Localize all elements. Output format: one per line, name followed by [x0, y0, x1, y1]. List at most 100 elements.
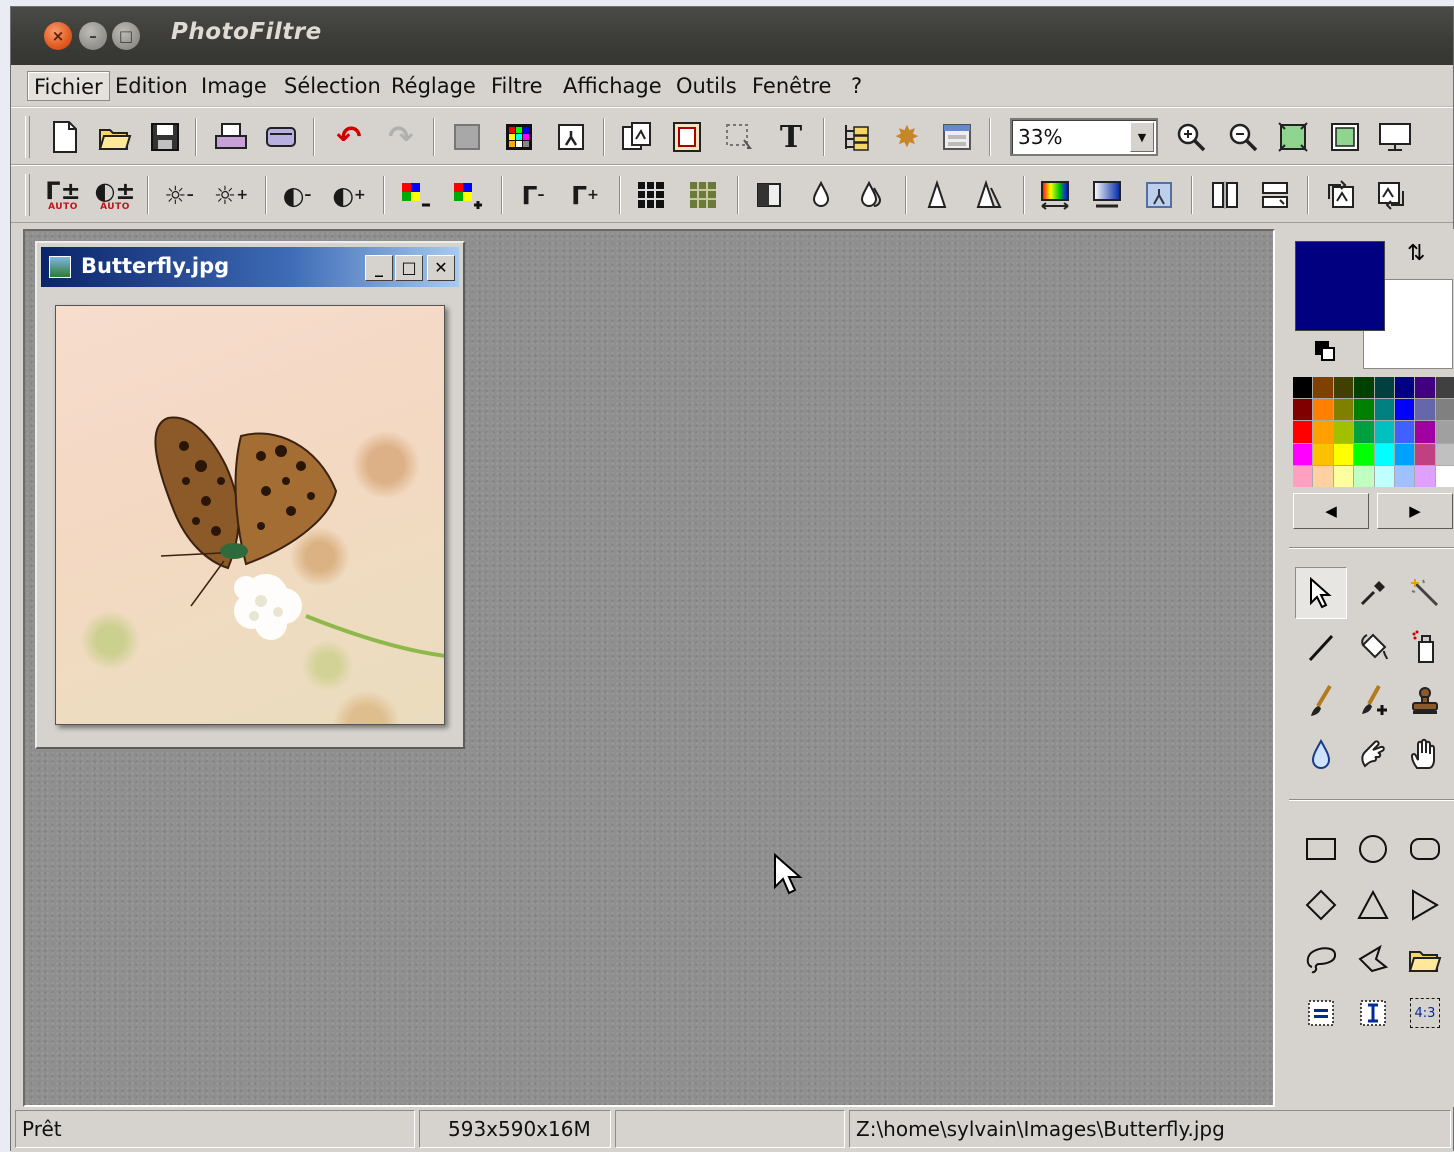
foreground-color-swatch[interactable] — [1295, 241, 1385, 331]
brush-icon[interactable] — [1295, 675, 1347, 727]
palette-swatch[interactable] — [1435, 421, 1454, 443]
document-title-bar[interactable]: Butterfly.jpg _ □ ✕ — [41, 247, 459, 287]
menu-fenetre[interactable]: Fenêtre — [746, 71, 837, 101]
line-tool-icon[interactable] — [1295, 621, 1347, 673]
palette-swatch[interactable] — [1313, 465, 1333, 487]
load-selection-folder-icon[interactable] — [1399, 933, 1451, 985]
palette-swatch[interactable] — [1374, 399, 1394, 421]
palette-swatch[interactable] — [1333, 377, 1354, 399]
fade-gradient-icon[interactable] — [1087, 175, 1127, 215]
menu-selection[interactable]: Sélection — [278, 71, 387, 101]
sharpen-icon[interactable] — [917, 175, 957, 215]
saturation-plus-icon[interactable] — [447, 175, 487, 215]
preferences-window-icon[interactable] — [937, 117, 977, 157]
polygon-lasso-icon[interactable] — [1347, 933, 1399, 985]
palette-swatch[interactable] — [1374, 443, 1394, 465]
menu-fichier[interactable]: Fichier — [27, 71, 110, 101]
fit-window-icon[interactable] — [1325, 117, 1365, 157]
palette-swatch[interactable] — [1394, 377, 1415, 399]
contrast-minus-icon[interactable]: ◐ – — [277, 175, 317, 215]
spray-can-icon[interactable] — [1399, 621, 1451, 673]
clone-stamp-icon[interactable] — [1399, 675, 1451, 727]
menu-filtre[interactable]: Filtre — [485, 71, 549, 101]
window-close-button[interactable]: × — [44, 22, 72, 50]
palette-swatch[interactable] — [1333, 421, 1354, 443]
gradient-icon[interactable] — [1035, 175, 1075, 215]
palette-swatch[interactable] — [1415, 377, 1435, 399]
palette-swatch[interactable] — [1374, 465, 1394, 487]
reset-colors-icon[interactable] — [1315, 341, 1337, 363]
save-icon[interactable] — [145, 117, 185, 157]
palette-swatch[interactable] — [1313, 421, 1333, 443]
window-maximize-button[interactable]: □ — [112, 22, 140, 50]
palette-swatch[interactable] — [1354, 421, 1374, 443]
palette-swatch[interactable] — [1415, 465, 1435, 487]
menu-reglage[interactable]: Réglage — [385, 71, 482, 101]
palette-swatch[interactable] — [1333, 399, 1354, 421]
ratio-tool[interactable]: 4:3 — [1399, 987, 1451, 1039]
new-file-icon[interactable] — [45, 117, 85, 157]
doc-close-button[interactable]: ✕ — [427, 255, 455, 281]
mosaic-filter-icon[interactable] — [683, 175, 723, 215]
image-canvas[interactable] — [55, 305, 445, 725]
color-palette-icon[interactable] — [499, 117, 539, 157]
rotate-left-icon[interactable] — [1321, 175, 1361, 215]
toolbar-grip[interactable] — [25, 174, 30, 216]
text-cursor-icon[interactable] — [1347, 987, 1399, 1039]
explorer-icon[interactable] — [837, 117, 877, 157]
saturation-minus-icon[interactable] — [395, 175, 435, 215]
rectangle-shape-icon[interactable] — [1295, 823, 1347, 875]
color-palette[interactable] — [1293, 377, 1454, 487]
palette-swatch[interactable] — [1354, 377, 1374, 399]
palette-swatch[interactable] — [1394, 465, 1415, 487]
diamond-shape-icon[interactable] — [1295, 879, 1347, 931]
chevron-down-icon[interactable]: ▼ — [1130, 122, 1154, 152]
canvas-size-icon[interactable] — [667, 117, 707, 157]
plugins-gear-icon[interactable]: ✸ — [887, 117, 927, 157]
flip-horizontal-icon[interactable] — [1205, 175, 1245, 215]
palette-swatch[interactable] — [1394, 399, 1415, 421]
redo-icon[interactable]: ↷ — [381, 117, 421, 157]
select-arrow-tool[interactable] — [1295, 567, 1347, 619]
palette-swatch[interactable] — [1435, 465, 1454, 487]
automation-icon[interactable] — [551, 117, 591, 157]
workspace[interactable]: Butterfly.jpg _ □ ✕ — [23, 229, 1275, 1107]
palette-swatch[interactable] — [1374, 377, 1394, 399]
emboss-icon[interactable] — [749, 175, 789, 215]
text-icon[interactable]: T — [771, 117, 811, 157]
smudge-finger-icon[interactable] — [1347, 729, 1399, 781]
palette-swatch[interactable] — [1394, 443, 1415, 465]
print-icon[interactable] — [211, 117, 251, 157]
palette-swatch[interactable] — [1415, 421, 1435, 443]
window-minimize-button[interactable]: – — [79, 22, 107, 50]
rounded-rect-shape-icon[interactable] — [1399, 823, 1451, 875]
doc-minimize-button[interactable]: _ — [365, 255, 393, 281]
scan-icon[interactable] — [261, 117, 301, 157]
palette-swatch[interactable] — [1415, 399, 1435, 421]
triangle-shape-icon[interactable] — [1347, 879, 1399, 931]
fill-bucket-icon[interactable] — [1347, 621, 1399, 673]
gamma-minus-icon[interactable]: Γ – — [513, 175, 553, 215]
magic-wand-icon[interactable] — [1399, 567, 1451, 619]
zoom-in-icon[interactable] — [1171, 117, 1211, 157]
palette-swatch[interactable] — [1293, 443, 1313, 465]
blur-more-icon[interactable] — [851, 175, 891, 215]
selection-crop-icon[interactable] — [719, 117, 759, 157]
gamma-plus-icon[interactable]: Γ + — [565, 175, 605, 215]
transparency-icon[interactable] — [447, 117, 487, 157]
palette-swatch[interactable] — [1313, 443, 1333, 465]
palette-swatch[interactable] — [1415, 443, 1435, 465]
undo-icon[interactable]: ↶ — [329, 117, 369, 157]
menu-affichage[interactable]: Affichage — [557, 71, 668, 101]
palette-swatch[interactable] — [1354, 399, 1374, 421]
palette-swatch[interactable] — [1333, 465, 1354, 487]
document-window[interactable]: Butterfly.jpg _ □ ✕ — [35, 241, 465, 749]
palette-swatch[interactable] — [1313, 399, 1333, 421]
toolbar-grip[interactable] — [25, 116, 30, 158]
doc-maximize-button[interactable]: □ — [395, 255, 423, 281]
palette-swatch[interactable] — [1435, 443, 1454, 465]
palette-swatch[interactable] — [1313, 377, 1333, 399]
auto-contrast-icon[interactable]: ◐± AUTO — [94, 175, 135, 215]
blur-icon[interactable] — [801, 175, 841, 215]
contrast-plus-icon[interactable]: ◐ + — [329, 175, 369, 215]
